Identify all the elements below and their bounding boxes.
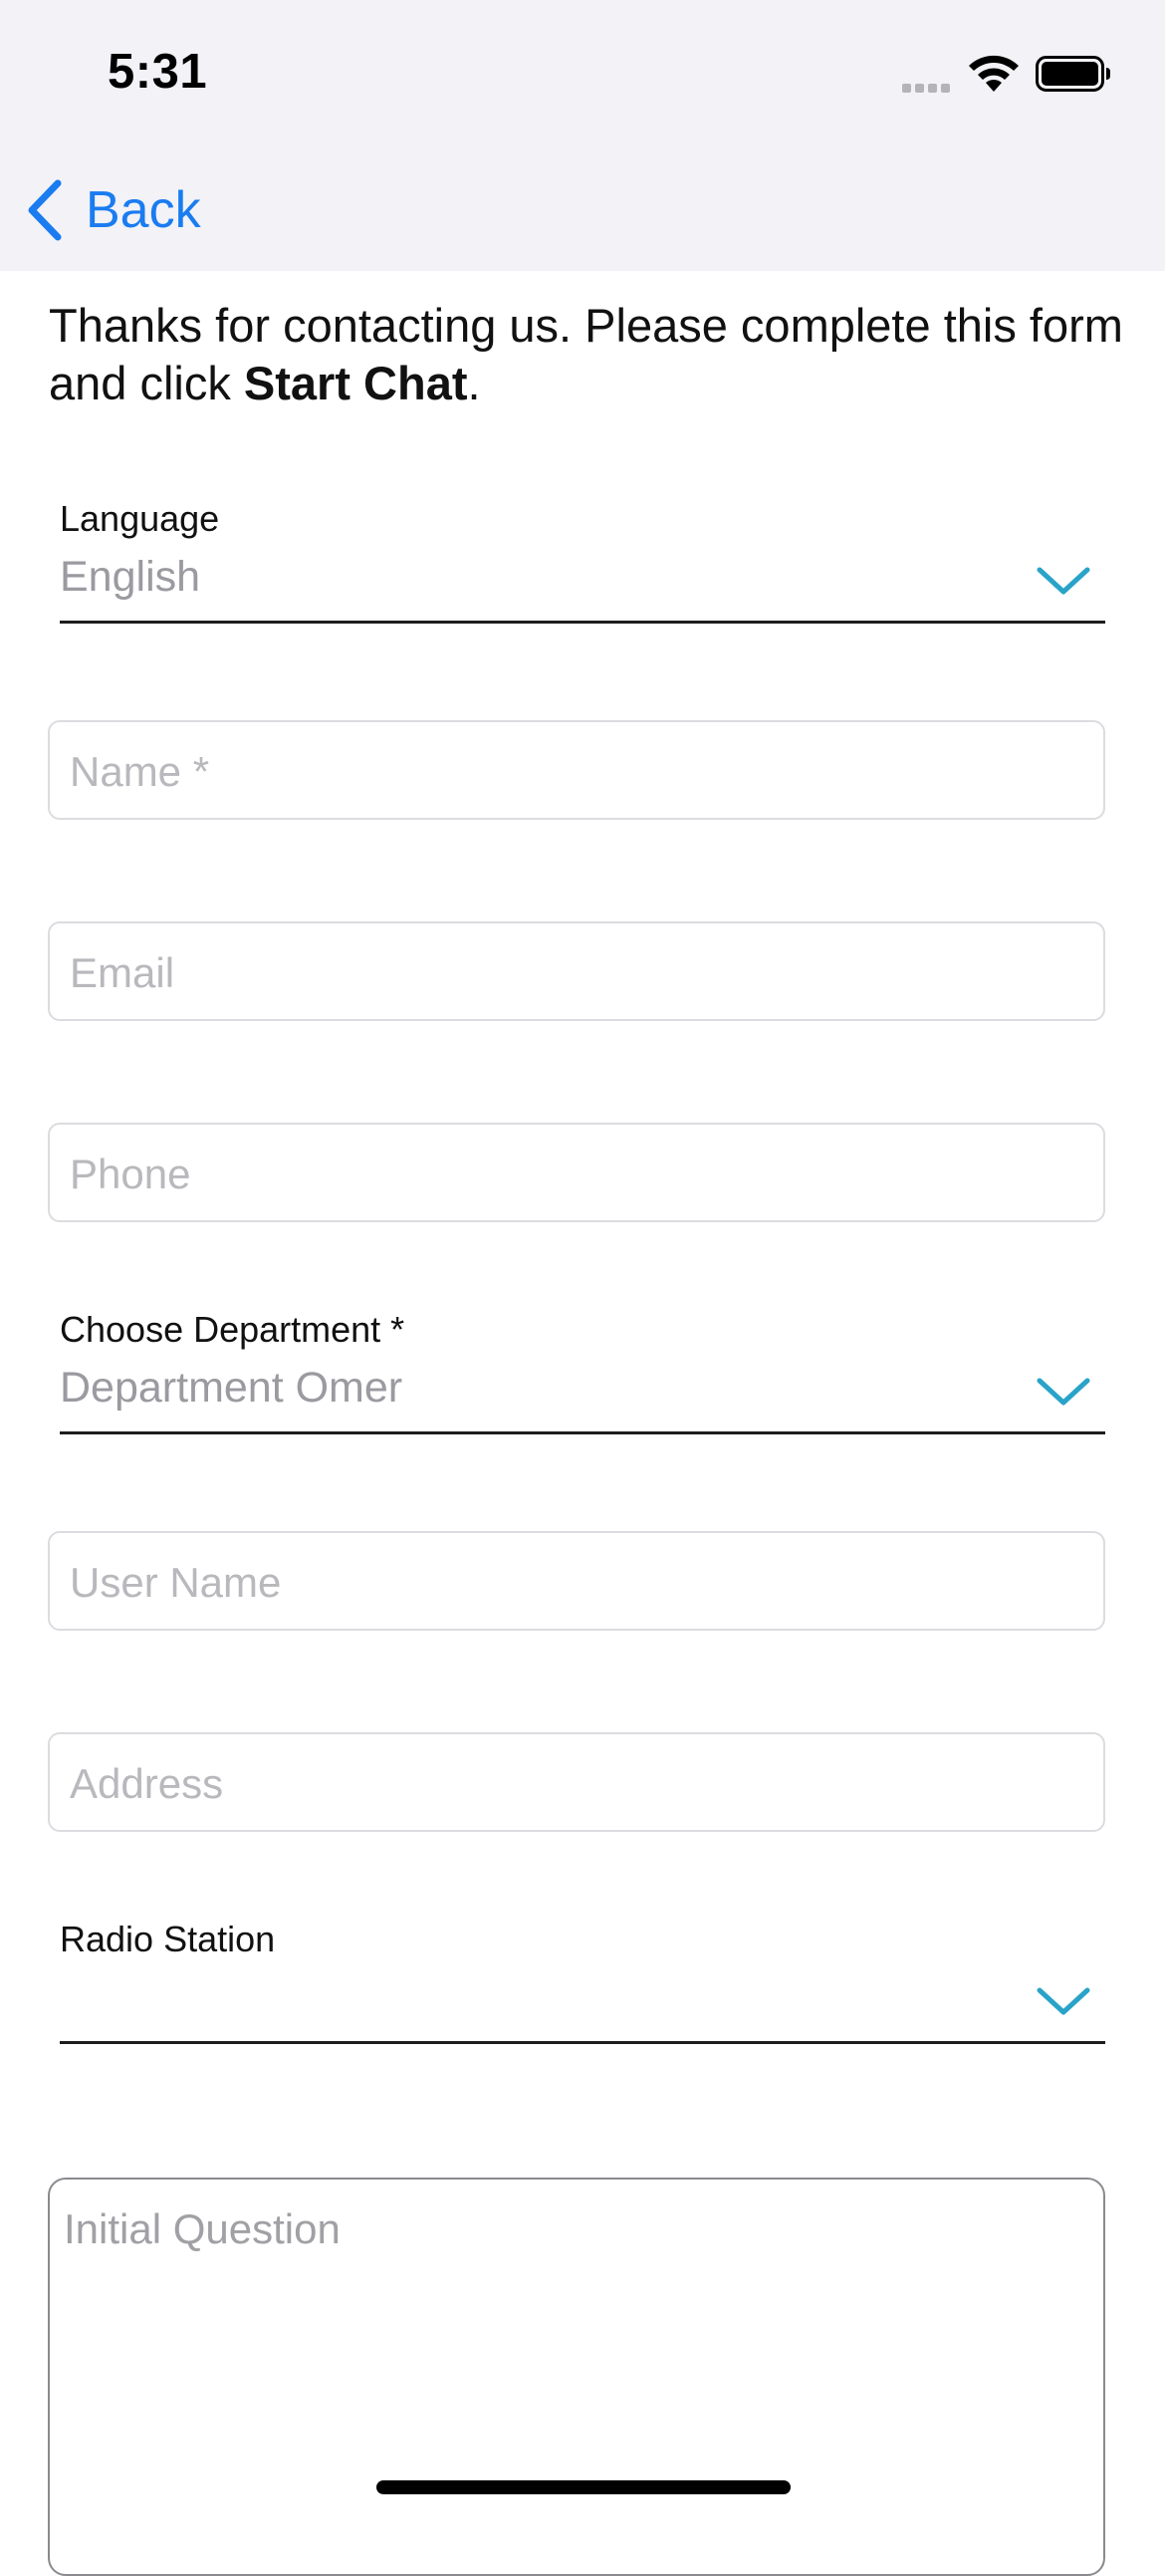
name-placeholder: Name * [70,748,210,795]
chevron-down-icon [1037,1987,1090,2015]
user-name-field[interactable]: User Name [48,1531,1105,1631]
cellular-signal-icon [902,80,954,93]
battery-icon [1036,56,1110,92]
initial-question-placeholder: Initial Question [64,2205,341,2252]
status-bar: 5:31 [0,0,1165,149]
initial-question-textarea[interactable]: Initial Question [48,2178,1105,2576]
intro-start-chat-emphasis: Start Chat [243,357,468,409]
name-field[interactable]: Name * [48,720,1105,820]
department-value: Department Omer [60,1364,403,1412]
phone-placeholder: Phone [70,1151,191,1197]
radio-station-dropdown[interactable] [60,1961,1105,2044]
department-dropdown[interactable]: Department Omer [60,1352,1105,1434]
radio-station-select[interactable]: Radio Station [60,1918,1105,2044]
department-label: Choose Department * [60,1309,405,1350]
intro-text-start: Thanks for contacting us. Please complet… [49,299,1123,409]
intro-text-end: . [467,357,481,409]
home-indicator[interactable] [376,2480,791,2494]
email-field[interactable]: Email [48,921,1105,1021]
language-select[interactable]: Language English [60,497,1105,624]
navigation-bar: Back [0,149,1165,271]
chevron-left-icon [28,179,62,241]
chevron-down-icon [1037,567,1090,595]
back-button[interactable]: Back [24,175,201,245]
status-time: 5:31 [108,45,208,99]
email-placeholder: Email [70,949,175,996]
user-name-placeholder: User Name [70,1559,282,1606]
back-label: Back [86,181,201,239]
intro-text: Thanks for contacting us. Please complet… [49,297,1124,412]
chevron-down-icon [1037,1378,1090,1406]
language-value: English [60,553,201,601]
language-label: Language [60,498,220,539]
wifi-icon [969,55,1019,92]
language-dropdown[interactable]: English [60,541,1105,624]
radio-station-label: Radio Station [60,1919,276,1959]
phone-field[interactable]: Phone [48,1123,1105,1222]
address-field[interactable]: Address [48,1732,1105,1832]
address-placeholder: Address [70,1760,224,1807]
department-select[interactable]: Choose Department * Department Omer [60,1308,1105,1434]
